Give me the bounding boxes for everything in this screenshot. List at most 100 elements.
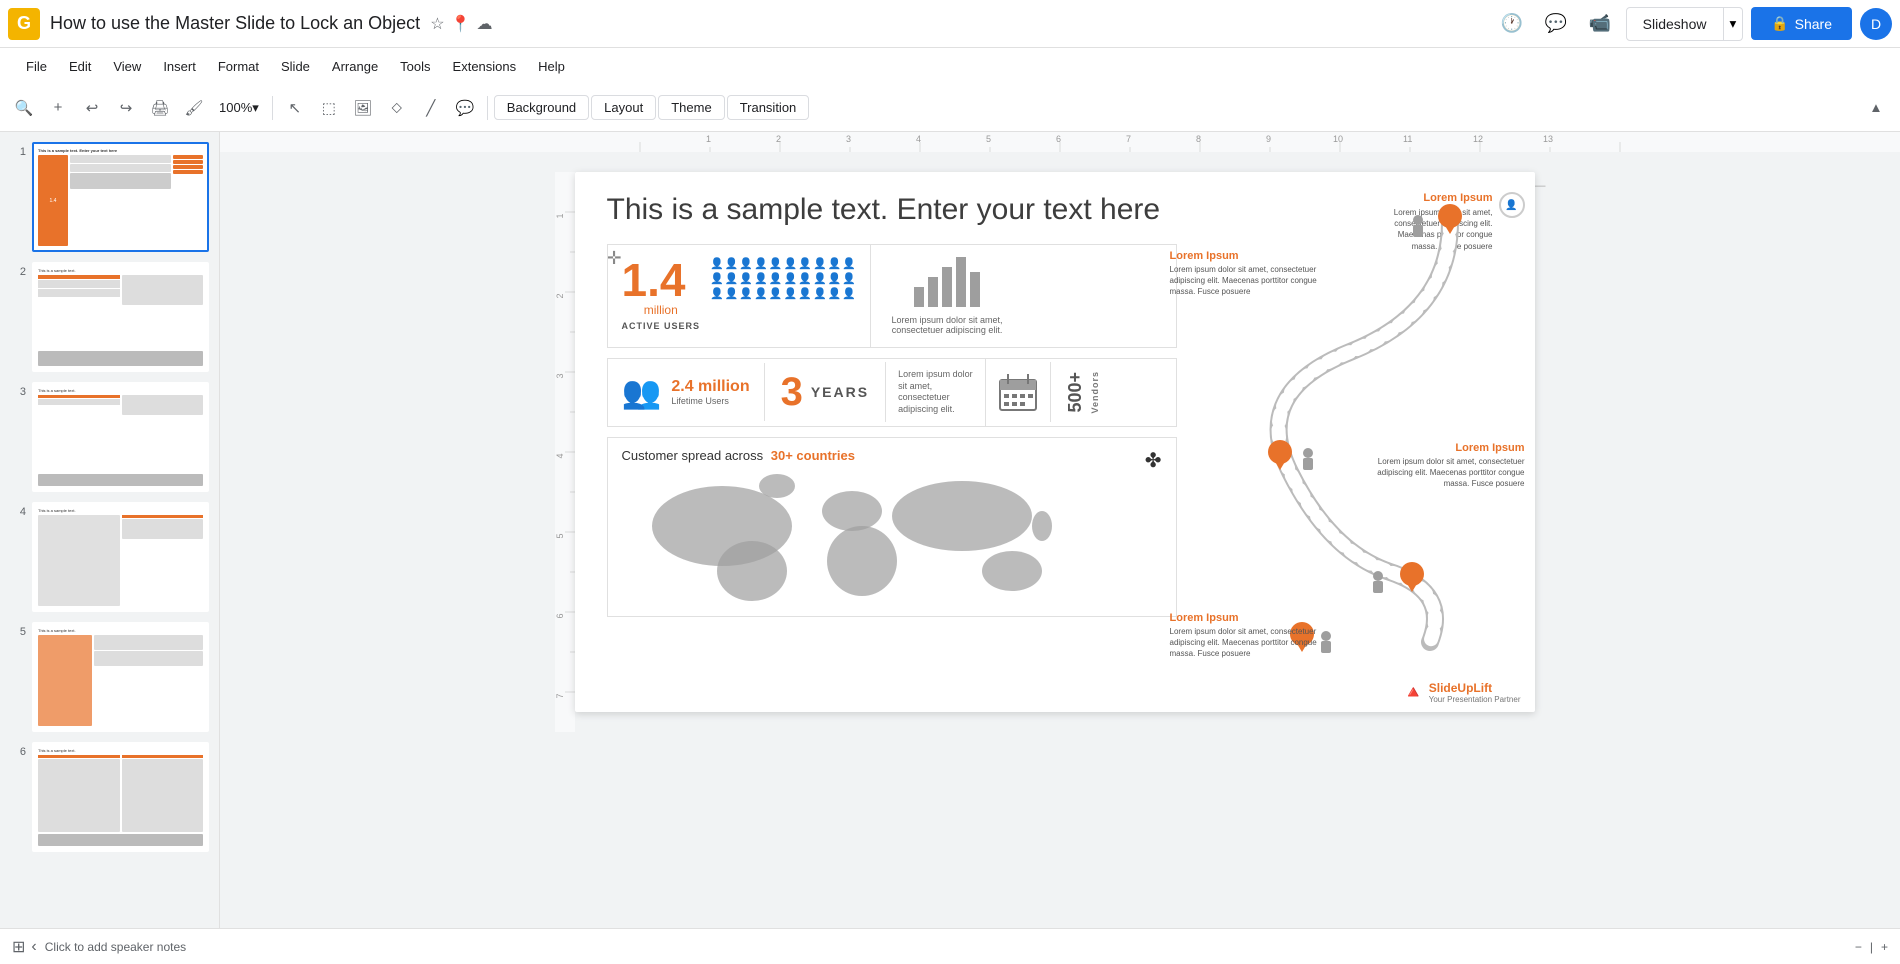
history-button[interactable]: 🕐: [1494, 6, 1530, 42]
slideshow-dropdown-button[interactable]: ▾: [1724, 7, 1744, 41]
person-icon: 👤: [710, 272, 724, 285]
person-1: [1413, 215, 1423, 237]
cloud-icon[interactable]: ☁: [476, 14, 492, 34]
slide-thumb-1[interactable]: 1 This is a sample text. Enter your text…: [8, 140, 211, 254]
slide-left-content: This is a sample text. Enter your text h…: [607, 192, 1177, 617]
slide-panel: 1 This is a sample text. Enter your text…: [0, 132, 220, 928]
background-button[interactable]: Background: [494, 95, 589, 120]
person-icon: 👤: [739, 287, 753, 300]
svg-text:2: 2: [555, 293, 565, 298]
slide-preview-1[interactable]: This is a sample text. Enter your text h…: [32, 142, 209, 252]
select-button[interactable]: ⬚: [313, 92, 345, 124]
theme-button[interactable]: Theme: [658, 95, 724, 120]
slide-preview-2[interactable]: This is a sample text.: [32, 262, 209, 372]
collapse-toolbar-button[interactable]: ▲: [1860, 92, 1892, 124]
undo-button[interactable]: ↩: [76, 92, 108, 124]
cursor-button[interactable]: ↖: [279, 92, 311, 124]
slide-thumb-6[interactable]: 6 This is a sample text.: [8, 740, 211, 854]
person-icon: 👤: [813, 272, 827, 285]
mini-bar-chart: [914, 257, 980, 307]
vendors-label: Vendors: [1090, 371, 1100, 414]
slide-preview-5[interactable]: This is a sample text.: [32, 622, 209, 732]
menu-tools[interactable]: Tools: [390, 55, 440, 78]
person-icon: 👤: [739, 257, 753, 270]
shape-button[interactable]: ⬦: [381, 92, 413, 124]
slideuplift-text-group: SlideUpLift Your Presentation Partner: [1429, 681, 1521, 704]
menu-extensions[interactable]: Extensions: [443, 55, 527, 78]
lifetime-stat: 2.4 million Lifetime Users: [671, 378, 749, 406]
svg-text:6: 6: [555, 613, 565, 618]
person-icon-gray: 👤: [798, 287, 812, 300]
location-icon[interactable]: 📍: [451, 14, 471, 34]
slideuplift-sub: Your Presentation Partner: [1429, 695, 1521, 704]
bar-2: [928, 277, 938, 307]
roadmap-item-1-text: Lorem ipsum dolor sit amet, consectetuer…: [1170, 264, 1320, 298]
person-icon: 👤: [784, 272, 798, 285]
redo-button[interactable]: ↪: [110, 92, 142, 124]
prev-slide-button[interactable]: ‹: [31, 938, 36, 956]
person-icon: 👤: [842, 257, 856, 270]
slide-thumb-4[interactable]: 4 This is a sample text.: [8, 500, 211, 614]
slide-preview-3[interactable]: This is a sample text.: [32, 382, 209, 492]
slide-thumb-2[interactable]: 2 This is a sample text.: [8, 260, 211, 374]
person-4: [1321, 631, 1331, 653]
zoom-select[interactable]: 100% ▾: [212, 97, 266, 119]
slide-num-4: 4: [10, 502, 26, 518]
world-map-container: [622, 471, 1162, 606]
notes-text[interactable]: Click to add speaker notes: [45, 940, 186, 954]
menu-view[interactable]: View: [103, 55, 151, 78]
bottom-bar: ⊞ ‹ Click to add speaker notes − | +: [0, 928, 1900, 964]
page-indicator: —: [1535, 180, 1546, 712]
slide-thumb-5[interactable]: 5 This is a sample text.: [8, 620, 211, 734]
svg-text:3: 3: [555, 373, 565, 378]
person-icon: 👤: [725, 257, 739, 270]
canvas-area: 1 2 3 4 5 6 7 8 9 10 11 12 13: [220, 132, 1900, 928]
paint-format-button[interactable]: 🖌: [178, 92, 210, 124]
print-button[interactable]: 🖨: [144, 92, 176, 124]
slide-num-1: 1: [10, 142, 26, 158]
zoom-level: |: [1870, 940, 1873, 954]
menu-file[interactable]: File: [16, 55, 57, 78]
line-button[interactable]: ╱: [415, 92, 447, 124]
video-button[interactable]: 📹: [1582, 6, 1618, 42]
world-map-svg: [622, 471, 1102, 601]
svg-text:4: 4: [555, 453, 565, 458]
menu-help[interactable]: Help: [528, 55, 575, 78]
menu-slide[interactable]: Slide: [271, 55, 320, 78]
menu-arrange[interactable]: Arrange: [322, 55, 388, 78]
menu-insert[interactable]: Insert: [153, 55, 206, 78]
zoom-add-button[interactable]: +: [42, 92, 74, 124]
roadmap-item-3-text: Lorem ipsum dolor sit amet, consectetuer…: [1170, 626, 1320, 660]
menu-format[interactable]: Format: [208, 55, 269, 78]
person-icon: 👤: [754, 257, 768, 270]
person-icon-gray: 👤: [784, 287, 798, 300]
slide-preview-6[interactable]: This is a sample text.: [32, 742, 209, 852]
zoom-out-btn[interactable]: −: [1855, 940, 1862, 954]
people-row-3: 👤 👤 👤 👤 👤 👤 👤 👤 👤: [710, 287, 856, 300]
person-icon: 👤: [754, 287, 768, 300]
roadmap-item-2-title: Lorem Ipsum: [1375, 442, 1525, 454]
person-icon-gray: 👤: [842, 287, 856, 300]
star-icon[interactable]: ☆: [430, 14, 444, 34]
grid-view-button[interactable]: ⊞: [12, 937, 25, 957]
person-icon-gray: 👤: [828, 287, 842, 300]
slide-canvas[interactable]: ✛ This is a sample text. Enter your text…: [575, 172, 1535, 712]
search-button[interactable]: 🔍: [8, 92, 40, 124]
person-icon: 👤: [828, 272, 842, 285]
image-button[interactable]: 🖼: [347, 92, 379, 124]
person-icon: 👤: [725, 287, 739, 300]
app-icon: G: [8, 8, 40, 40]
slide-num-2: 2: [10, 262, 26, 278]
slideshow-button[interactable]: Slideshow: [1626, 7, 1724, 41]
menu-edit[interactable]: Edit: [59, 55, 101, 78]
zoom-in-btn[interactable]: +: [1881, 940, 1888, 954]
transition-button[interactable]: Transition: [727, 95, 810, 120]
share-button[interactable]: 🔒 Share: [1751, 7, 1852, 40]
slide-preview-4[interactable]: This is a sample text.: [32, 502, 209, 612]
slide-thumb-3[interactable]: 3 This is a sample text.: [8, 380, 211, 494]
comments-button[interactable]: 💬: [1538, 6, 1574, 42]
menu-bar: File Edit View Insert Format Slide Arran…: [0, 48, 1900, 84]
comment-button[interactable]: 💬: [449, 92, 481, 124]
layout-button[interactable]: Layout: [591, 95, 656, 120]
countries-highlight: 30+ countries: [771, 448, 855, 463]
